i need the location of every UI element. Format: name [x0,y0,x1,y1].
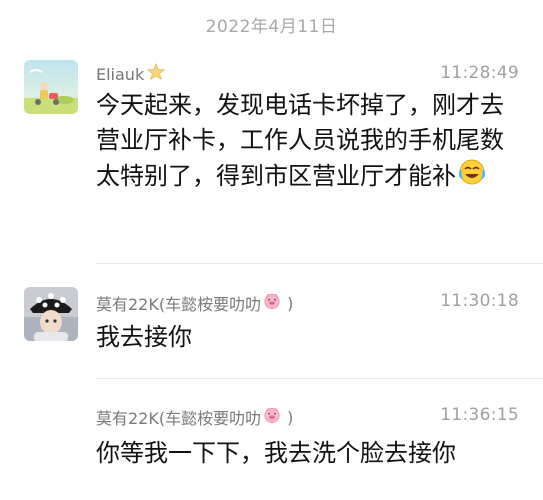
message-text: 你等我一下下，我去洗个脸去接你 [96,439,456,467]
message-item[interactable]: 莫有22K(车懿桉要叻叻 ) 11:36:15 你等我一下下，我去洗个脸去接你 [0,0,543,500]
sender-name: 莫有22K(车懿桉要叻叻 ) [96,406,294,429]
pig-face-emoji [263,406,281,428]
message-time: 11:36:15 [440,405,519,425]
